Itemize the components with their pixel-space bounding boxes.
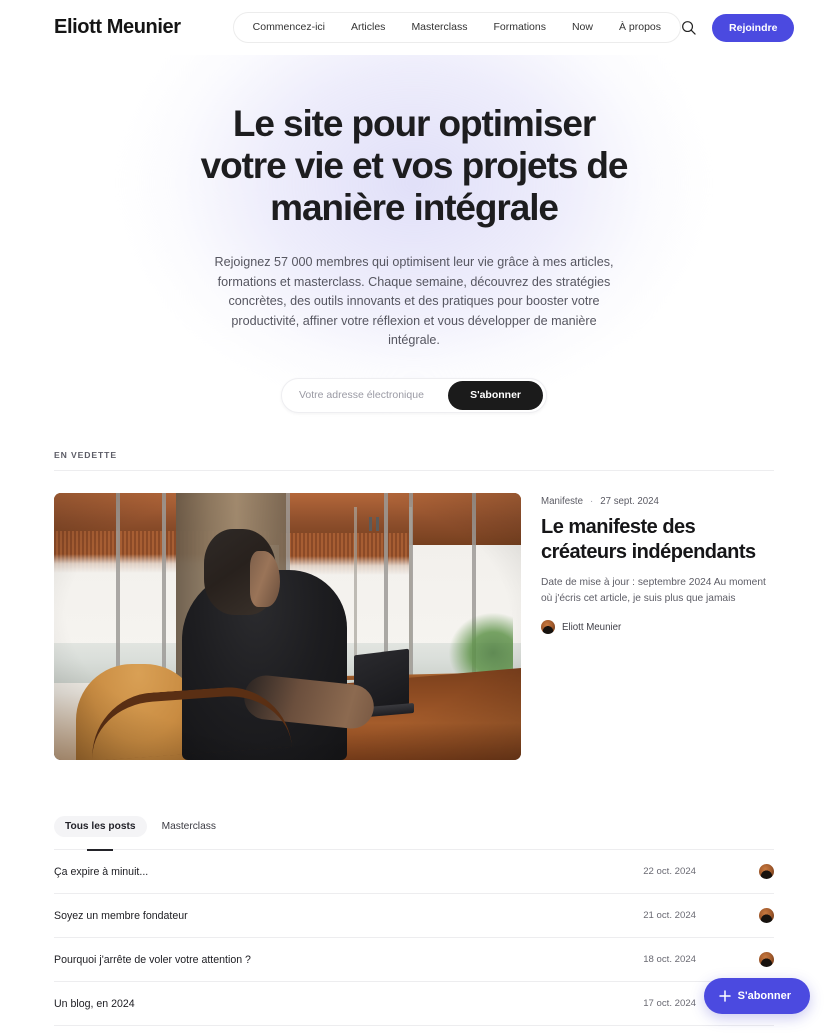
- search-icon[interactable]: [681, 20, 696, 35]
- featured-category[interactable]: Manifeste: [541, 496, 583, 507]
- nav-item-masterclass[interactable]: Masterclass: [398, 13, 480, 42]
- primary-nav: Commencez-ici Articles Masterclass Forma…: [232, 12, 682, 43]
- hero-subscribe-form: S'abonner: [281, 377, 547, 413]
- featured-meta: Manifeste · 27 sept. 2024: [541, 496, 774, 507]
- post-title: Pourquoi j'arrête de voler votre attenti…: [54, 953, 251, 966]
- featured-date: 27 sept. 2024: [600, 496, 659, 507]
- post-title: Ça expire à minuit...: [54, 865, 149, 878]
- featured-photo-illustration: [54, 493, 521, 760]
- nav-item-articles[interactable]: Articles: [338, 13, 398, 42]
- featured-meta-separator: ·: [590, 496, 594, 507]
- site-header: Eliott Meunier Commencez-ici Articles Ma…: [0, 0, 828, 55]
- table-row[interactable]: Un blog, en 2024 17 oct. 2024: [54, 982, 774, 1026]
- featured-article-image[interactable]: [54, 493, 521, 760]
- plus-icon: [718, 990, 731, 1002]
- avatar: [759, 908, 774, 923]
- floating-subscribe-button[interactable]: S'abonner: [703, 978, 810, 1014]
- nav-item-formations[interactable]: Formations: [480, 13, 559, 42]
- featured-section: EN VEDETTE Manifeste · 27 sept. 2024 Le …: [0, 450, 828, 1026]
- email-input[interactable]: [282, 389, 449, 401]
- join-button[interactable]: Rejoindre: [712, 13, 795, 42]
- post-date: 22 oct. 2024: [643, 866, 696, 877]
- posts-tabs: Tous les posts Masterclass: [54, 816, 774, 837]
- featured-section-label: EN VEDETTE: [54, 450, 117, 460]
- avatar: [541, 620, 555, 634]
- tab-tous-les-posts[interactable]: Tous les posts: [54, 816, 147, 837]
- featured-title[interactable]: Le manifeste des créateurs indépendants: [541, 515, 774, 565]
- hero-subscribe-button[interactable]: S'abonner: [448, 380, 543, 410]
- post-date: 17 oct. 2024: [643, 998, 696, 1009]
- posts-list: Ça expire à minuit... 22 oct. 2024 Soyez…: [54, 850, 774, 1026]
- table-row[interactable]: Soyez un membre fondateur 21 oct. 2024: [54, 894, 774, 938]
- site-logo[interactable]: Eliott Meunier: [54, 16, 181, 39]
- featured-author: Eliott Meunier: [541, 620, 774, 634]
- nav-item-commencez-ici[interactable]: Commencez-ici: [240, 13, 338, 42]
- post-date: 21 oct. 2024: [643, 910, 696, 921]
- post-author-cell: [696, 952, 774, 967]
- nav-item-a-propos[interactable]: À propos: [606, 13, 674, 42]
- hero-title: Le site pour optimiser votre vie et vos …: [200, 103, 629, 228]
- post-date: 18 oct. 2024: [643, 954, 696, 965]
- featured-excerpt: Date de mise à jour : septembre 2024 Au …: [541, 577, 766, 604]
- post-author-cell: [696, 908, 774, 923]
- tab-masterclass[interactable]: Masterclass: [151, 816, 227, 837]
- avatar: [759, 864, 774, 879]
- post-title: Soyez un membre fondateur: [54, 909, 188, 922]
- table-row[interactable]: Ça expire à minuit... 22 oct. 2024: [54, 850, 774, 894]
- featured-author-name: Eliott Meunier: [562, 621, 622, 633]
- floating-subscribe-label: S'abonner: [737, 990, 791, 1002]
- hero-section: Le site pour optimiser votre vie et vos …: [0, 55, 828, 450]
- hero-subtitle: Rejoignez 57 000 membres qui optimisent …: [214, 255, 614, 347]
- featured-article: Manifeste · 27 sept. 2024 Le manifeste d…: [54, 471, 774, 760]
- avatar: [759, 952, 774, 967]
- post-title: Un blog, en 2024: [54, 997, 135, 1010]
- nav-item-now[interactable]: Now: [559, 13, 606, 42]
- header-actions: Rejoindre: [681, 13, 795, 42]
- table-row[interactable]: Pourquoi j'arrête de voler votre attenti…: [54, 938, 774, 982]
- post-author-cell: [696, 864, 774, 879]
